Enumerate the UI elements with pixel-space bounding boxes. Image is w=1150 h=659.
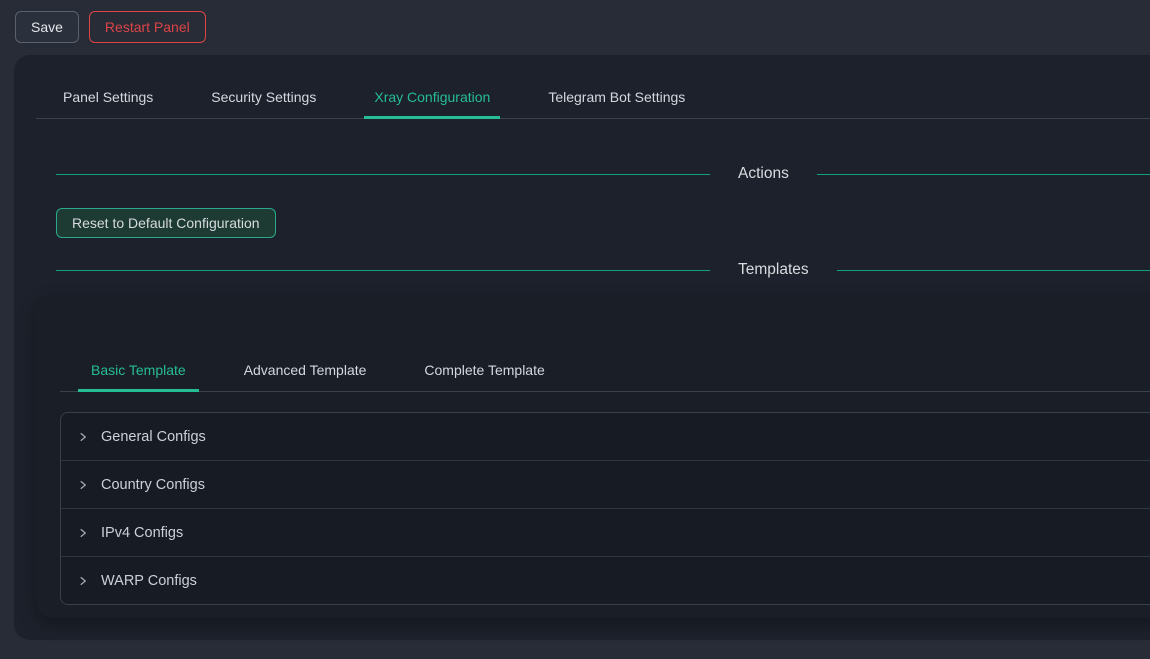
collapse-item-label: Country Configs	[101, 477, 205, 493]
tab-basic-template[interactable]: Basic Template	[78, 350, 199, 391]
chevron-right-icon	[77, 431, 89, 443]
top-action-bar: Save Restart Panel	[0, 0, 1150, 55]
divider-line	[817, 174, 1150, 175]
tab-complete-template[interactable]: Complete Template	[411, 350, 557, 391]
template-tab-bar: Basic Template Advanced Template Complet…	[60, 350, 1150, 392]
tab-security-settings[interactable]: Security Settings	[201, 77, 326, 118]
chevron-right-icon	[77, 479, 89, 491]
tab-advanced-template[interactable]: Advanced Template	[231, 350, 380, 391]
templates-divider: Templates	[56, 258, 1150, 282]
config-collapse-list: General Configs Country Configs IPv4 Con…	[60, 412, 1150, 605]
actions-divider: Actions	[56, 162, 1150, 186]
divider-line	[56, 270, 710, 271]
divider-line	[837, 270, 1150, 271]
settings-card: Panel Settings Security Settings Xray Co…	[14, 55, 1150, 640]
tab-panel-settings[interactable]: Panel Settings	[53, 77, 163, 118]
settings-tab-bar: Panel Settings Security Settings Xray Co…	[36, 77, 1150, 119]
save-button[interactable]: Save	[15, 11, 79, 43]
collapse-item-label: General Configs	[101, 429, 206, 445]
templates-divider-label: Templates	[710, 261, 837, 279]
country-configs-header[interactable]: Country Configs	[61, 461, 1150, 508]
actions-divider-label: Actions	[710, 165, 817, 183]
templates-card: Basic Template Advanced Template Complet…	[36, 296, 1150, 618]
tab-telegram-bot-settings[interactable]: Telegram Bot Settings	[538, 77, 695, 118]
collapse-item-warp-configs: WARP Configs	[61, 557, 1150, 604]
collapse-item-label: WARP Configs	[101, 573, 197, 589]
general-configs-header[interactable]: General Configs	[61, 413, 1150, 460]
warp-configs-header[interactable]: WARP Configs	[61, 557, 1150, 604]
collapse-item-ipv4-configs: IPv4 Configs	[61, 509, 1150, 557]
chevron-right-icon	[77, 575, 89, 587]
divider-line	[56, 174, 710, 175]
collapse-item-country-configs: Country Configs	[61, 461, 1150, 509]
collapse-item-general-configs: General Configs	[61, 413, 1150, 461]
chevron-right-icon	[77, 527, 89, 539]
reset-default-configuration-button[interactable]: Reset to Default Configuration	[56, 208, 276, 238]
restart-panel-button[interactable]: Restart Panel	[89, 11, 206, 43]
collapse-item-label: IPv4 Configs	[101, 525, 183, 541]
tab-xray-configuration[interactable]: Xray Configuration	[364, 77, 500, 118]
ipv4-configs-header[interactable]: IPv4 Configs	[61, 509, 1150, 556]
